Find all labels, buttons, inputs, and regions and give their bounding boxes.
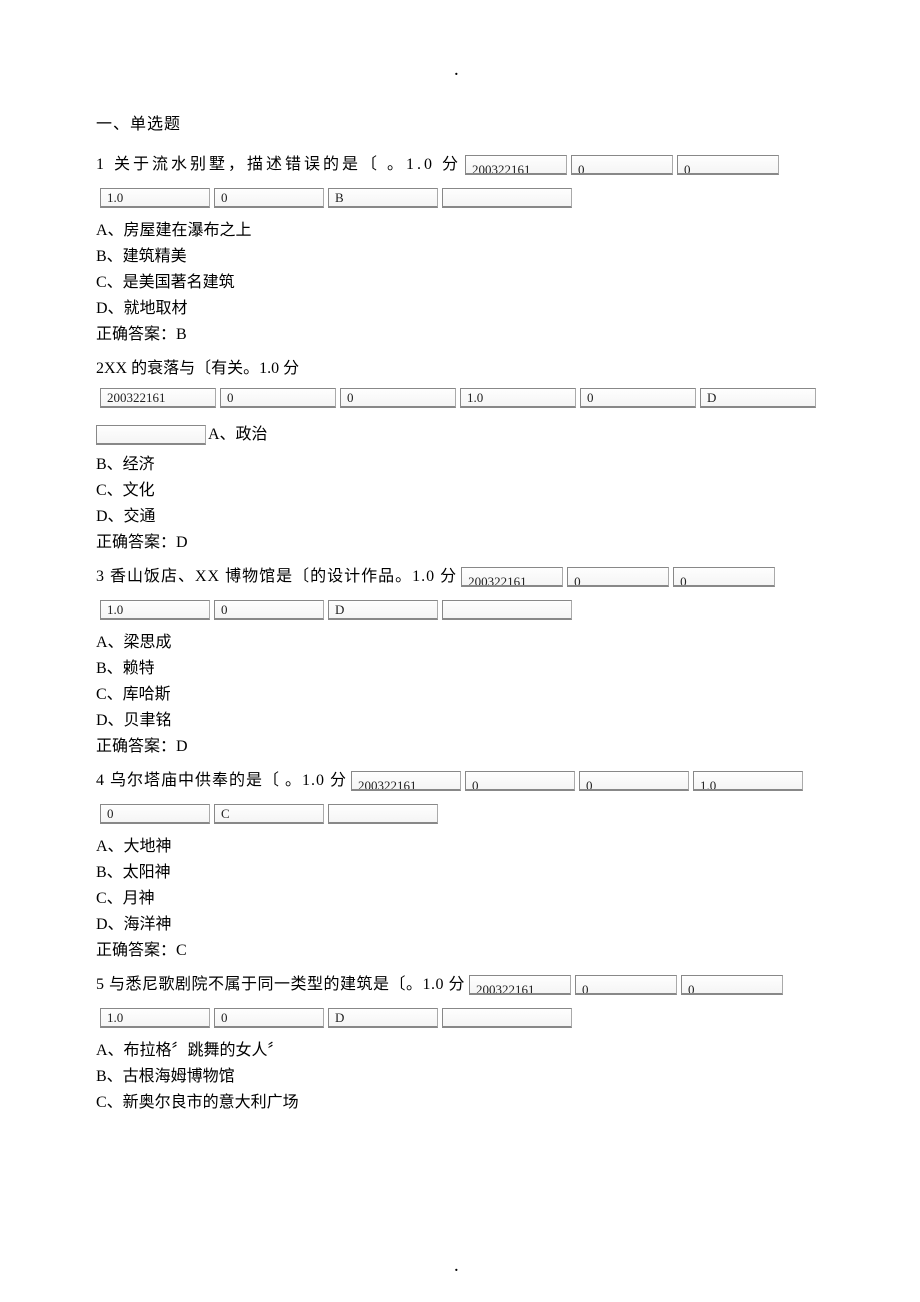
q3-text: 3 香山饭店、XX 博物馆是〔的设计作品。1.0 分 [96,564,457,590]
data-cell: D [328,600,438,620]
question-5: 5 与悉尼歌剧院不属于同一类型的建筑是〔。1.0 分 200322161 0 0… [96,972,824,1116]
data-cell: 0 [214,188,324,208]
option: B、赖特 [96,656,824,682]
option: B、古根海姆博物馆 [96,1064,824,1090]
data-cell: 0 [214,600,324,620]
option: A、梁思成 [96,630,824,656]
data-cell: D [700,388,816,408]
answer-value: D [176,738,188,755]
data-cell: 1.0 [460,388,576,408]
data-cell [442,188,572,208]
option: C、库哈斯 [96,682,824,708]
answer-label: 正确答案： [96,738,176,755]
data-cell: 0 [214,1008,324,1028]
data-cell: 200322161 [465,155,567,175]
data-cell: 1.0 [693,771,803,791]
option: D、贝聿铭 [96,708,824,734]
data-cell: 0 [220,388,336,408]
page-content: 一、单选题 1 关于流水别墅，描述错误的是〔 。1.0 分 200322161 … [0,0,920,1164]
data-cell [328,804,438,824]
section-heading: 一、单选题 [96,110,824,134]
q2-cell-row-a: 200322161 0 0 1.0 0 D [100,388,824,408]
answer-value: B [176,326,187,343]
page-dot-bottom: ． [453,1256,467,1276]
data-cell: 0 [575,975,677,995]
option: A、政治 [208,422,268,448]
q5-text: 5 与悉尼歌剧院不属于同一类型的建筑是〔。1.0 分 [96,972,465,998]
q2-text: 2XX 的衰落与〔有关。1.0 分 [96,356,299,382]
q1-answer: 正确答案：B [96,322,824,348]
option: C、是美国著名建筑 [96,270,824,296]
option: C、新奥尔良市的意大利广场 [96,1090,824,1116]
answer-value: C [176,942,187,959]
data-cell: 0 [681,975,783,995]
q4-cell-row: 0 C [100,804,824,824]
data-cell: 1.0 [100,600,210,620]
option: B、建筑精美 [96,244,824,270]
data-cell: 0 [100,804,210,824]
q5-cell-row: 1.0 0 D [100,1008,824,1028]
data-cell: 0 [465,771,575,791]
option: B、太阳神 [96,860,824,886]
data-cell: 0 [580,388,696,408]
data-cell: 200322161 [100,388,216,408]
question-2: 2XX 的衰落与〔有关。1.0 分 200322161 0 0 1.0 0 D … [96,356,824,556]
q1-options: A、房屋建在瀑布之上 B、建筑精美 C、是美国著名建筑 D、就地取材 正确答案：… [96,218,824,348]
data-cell: 200322161 [469,975,571,995]
q2-answer: 正确答案：D [96,530,824,556]
option: D、海洋神 [96,912,824,938]
q1-cell-row: 1.0 0 B [100,188,824,208]
option: B、经济 [96,452,824,478]
q1-inline-cells: 200322161 0 0 [461,155,779,175]
data-cell: 0 [579,771,689,791]
option: A、房屋建在瀑布之上 [96,218,824,244]
q2-options: B、经济 C、文化 D、交通 正确答案：D [96,452,824,556]
q4-answer: 正确答案：C [96,938,824,964]
q5-options: A、布拉格〞跳舞的女人〞 B、古根海姆博物馆 C、新奥尔良市的意大利广场 [96,1038,824,1116]
option: A、布拉格〞跳舞的女人〞 [96,1038,824,1064]
q3-answer: 正确答案：D [96,734,824,760]
data-cell: 0 [677,155,779,175]
option: C、月神 [96,886,824,912]
q4-text: 4 乌尔塔庙中供奉的是〔 。1.0 分 [96,768,347,794]
option: D、交通 [96,504,824,530]
answer-label: 正确答案： [96,534,176,551]
q3-options: A、梁思成 B、赖特 C、库哈斯 D、贝聿铭 正确答案：D [96,630,824,760]
data-cell: C [214,804,324,824]
q3-cell-row: 1.0 0 D [100,600,824,620]
question-3: 3 香山饭店、XX 博物馆是〔的设计作品。1.0 分 200322161 0 0… [96,564,824,760]
data-cell: 0 [567,567,669,587]
question-1: 1 关于流水别墅，描述错误的是〔 。1.0 分 200322161 0 0 1.… [96,152,824,348]
data-cell [442,1008,572,1028]
data-cell: 1.0 [100,1008,210,1028]
q4-inline-cells: 200322161 0 0 1.0 [347,771,803,791]
question-4: 4 乌尔塔庙中供奉的是〔 。1.0 分 200322161 0 0 1.0 0 … [96,768,824,964]
option: C、文化 [96,478,824,504]
option: D、就地取材 [96,296,824,322]
answer-value: D [176,534,188,551]
data-cell: B [328,188,438,208]
q5-inline-cells: 200322161 0 0 [465,975,783,995]
data-cell: 0 [673,567,775,587]
data-cell [442,600,572,620]
data-cell [96,425,206,445]
option: A、大地神 [96,834,824,860]
data-cell: 1.0 [100,188,210,208]
data-cell: D [328,1008,438,1028]
data-cell: 200322161 [461,567,563,587]
page-dot-top: ． [453,60,467,80]
q1-text: 1 关于流水别墅，描述错误的是〔 。1.0 分 [96,152,461,178]
data-cell: 0 [571,155,673,175]
answer-label: 正确答案： [96,326,176,343]
answer-label: 正确答案： [96,942,176,959]
data-cell: 200322161 [351,771,461,791]
q4-options: A、大地神 B、太阳神 C、月神 D、海洋神 正确答案：C [96,834,824,964]
data-cell: 0 [340,388,456,408]
q3-inline-cells: 200322161 0 0 [457,567,775,587]
